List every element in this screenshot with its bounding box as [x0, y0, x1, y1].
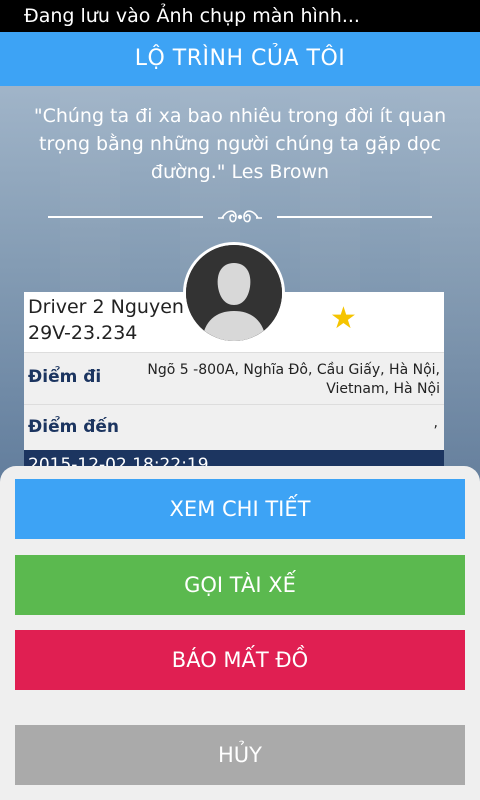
trip-datetime: 2015-12-02 18:22:19	[28, 455, 209, 466]
avatar	[183, 242, 285, 344]
origin-row: Điểm đi Ngõ 5 -800A, Nghĩa Đô, Cầu Giấy,…	[24, 352, 444, 404]
person-icon	[186, 245, 282, 341]
origin-label: Điểm đi	[28, 367, 102, 387]
star-icon: ★	[330, 301, 357, 336]
datetime-row: 2015-12-02 18:22:19	[24, 450, 444, 466]
cancel-button[interactable]: HỦY	[15, 725, 465, 785]
report-lost-item-button[interactable]: BÁO MẤT ĐỒ	[15, 630, 465, 690]
destination-row: Điểm đến ,	[24, 404, 444, 450]
destination-address: ,	[433, 415, 438, 431]
status-text: Đang lưu vào Ảnh chụp màn hình...	[24, 5, 360, 27]
origin-address: Ngõ 5 -800A, Nghĩa Đô, Cầu Giấy, Hà Nội,…	[147, 362, 440, 397]
license-plate: 29V-23.234	[28, 322, 138, 344]
view-details-button[interactable]: XEM CHI TIẾT	[15, 479, 465, 539]
page-title-bar: LỘ TRÌNH CỦA TÔI	[0, 32, 480, 86]
driver-name: Driver 2 Nguyen	[28, 296, 184, 318]
destination-label: Điểm đến	[28, 417, 120, 437]
call-driver-button[interactable]: GỌI TÀI XẾ	[15, 555, 465, 615]
quote-text: "Chúng ta đi xa bao nhiêu trong đời ít q…	[33, 105, 447, 183]
status-bar: Đang lưu vào Ảnh chụp màn hình...	[0, 0, 480, 32]
ornament-icon	[218, 210, 262, 223]
page-title: LỘ TRÌNH CỦA TÔI	[134, 46, 346, 71]
